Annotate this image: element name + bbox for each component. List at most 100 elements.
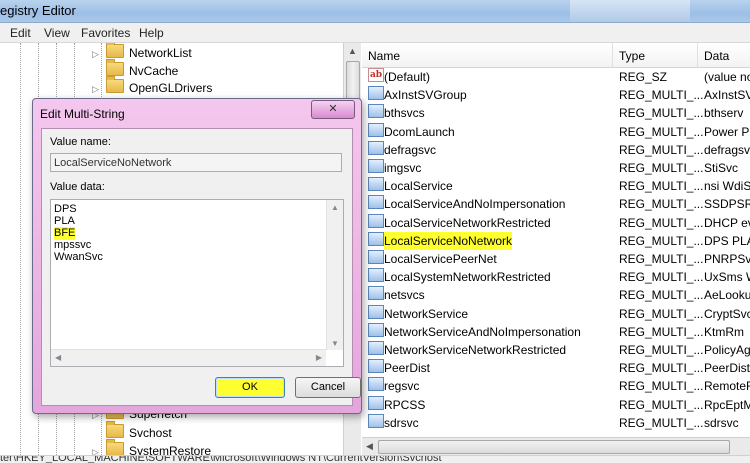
value-name: NetworkServiceAndNoImpersonation	[384, 324, 581, 339]
value-type: REG_MULTI_...	[619, 361, 704, 376]
value-row[interactable]: defragsvcREG_MULTI_...defragsvc	[362, 140, 750, 159]
tree-item-opengldrivers[interactable]: ▷ OpenGLDrivers	[92, 76, 212, 98]
expand-arrow-icon[interactable]: ▷	[92, 80, 100, 98]
value-row[interactable]: LocalServiceAndNoImpersonation REG_MULTI_…	[362, 195, 750, 213]
value-data: sdrsvc	[704, 415, 739, 430]
binary-value-icon	[368, 377, 384, 392]
value-row[interactable]: sdrsvc REG_MULTI_... sdrsvc	[362, 413, 750, 432]
tree-item-svchost[interactable]: Svchost	[106, 421, 172, 442]
expand-arrow-icon[interactable]: ▷	[92, 45, 100, 63]
scroll-up-arrow-icon[interactable]: ▲	[331, 203, 339, 212]
binary-value-icon	[368, 195, 384, 210]
binary-value-icon	[368, 250, 384, 264]
value-type: REG_MULTI_...	[619, 343, 704, 357]
value-type: REG_MULTI_...	[619, 233, 704, 248]
column-divider[interactable]	[612, 43, 613, 67]
value-type: REG_MULTI_...	[619, 379, 704, 394]
value-data: DHCP eve	[704, 215, 750, 230]
column-header-data[interactable]: Data	[704, 49, 729, 63]
cancel-button[interactable]: Cancel	[295, 377, 361, 398]
value-row[interactable]: LocalServiceNoNetwork REG_MULTI_... DPS PL…	[362, 231, 750, 250]
tree-item-label: Svchost	[129, 426, 172, 440]
menu-view[interactable]: View	[44, 26, 70, 40]
value-row[interactable]: netsvcs REG_MULTI_... AeLooku	[362, 286, 750, 304]
column-header-name[interactable]: Name	[368, 49, 400, 63]
tree-item-label: NvCache	[129, 64, 179, 78]
value-type: REG_MULTI_...	[619, 288, 704, 303]
menu-favorites[interactable]: Favorites	[81, 26, 130, 40]
binary-value-icon	[368, 322, 384, 337]
binary-value-icon	[368, 341, 384, 355]
value-name: bthsvcs	[384, 106, 425, 121]
tree-item-nvcache[interactable]: NvCache	[106, 59, 179, 80]
value-data: DPS PLA	[704, 233, 750, 248]
value-row[interactable]: regsvc REG_MULTI_... RemoteR	[362, 377, 750, 395]
ok-button[interactable]: OK	[215, 377, 285, 398]
value-row[interactable]: LocalService REG_MULTI_...nsi WdiSe	[362, 177, 750, 195]
value-row[interactable]: LocalSystemNetworkRestricted REG_MULTI_..…	[362, 268, 750, 286]
scroll-right-arrow-icon[interactable]: ▶	[316, 353, 322, 362]
tree-guide-line	[20, 43, 21, 455]
dialog-body: Value name: LocalServiceNoNetwork Value …	[41, 128, 361, 406]
value-row[interactable]: PeerDist REG_MULTI_...PeerDistS	[362, 359, 750, 377]
binary-value-icon	[368, 86, 384, 101]
list-header: Name Type Data	[362, 43, 750, 68]
value-row[interactable]: bthsvcs REG_MULTI_... bthserv	[362, 104, 750, 122]
value-data-textarea[interactable]: DPS PLA BFE mpssvc WwanSvc ▲ ▼ ◀ ▶	[50, 199, 344, 367]
scroll-left-arrow-icon[interactable]: ◀	[366, 441, 373, 452]
value-data: RemoteR	[704, 379, 750, 394]
binary-value-icon	[368, 359, 384, 374]
list-horizontal-scrollbar[interactable]: ◀	[362, 437, 750, 455]
value-data: StiSvc	[704, 161, 739, 175]
expand-arrow-icon[interactable]: ▷	[92, 443, 100, 455]
menu-help[interactable]: Help	[139, 26, 164, 40]
value-data: PNRPSvc	[704, 252, 750, 266]
value-data: UxSms W	[704, 270, 750, 285]
value-name: LocalServiceAndNoImpersonation	[384, 197, 566, 212]
value-row[interactable]: imgsvc REG_MULTI_... StiSvc	[362, 159, 750, 177]
binary-value-icon	[368, 159, 384, 173]
dialog-close-button[interactable]: ✕	[311, 100, 355, 119]
textarea-vertical-scrollbar[interactable]: ▲ ▼	[326, 200, 343, 350]
binary-value-icon	[368, 177, 384, 192]
value-data: KtmRm	[704, 324, 744, 339]
value-data-line: WwanSvc	[54, 251, 103, 263]
registry-values-list[interactable]: Name Type Data ab (Default) REG_SZ (value n…	[362, 43, 750, 455]
value-type: REG_MULTI_...	[619, 215, 704, 230]
close-icon: ✕	[328, 103, 338, 115]
scrollbar-thumb[interactable]	[378, 440, 730, 454]
value-type: REG_MULTI_...	[619, 179, 704, 194]
value-row[interactable]: LocalServicePeerNet REG_MULTI_...PNRPSvc	[362, 250, 750, 268]
column-divider[interactable]	[697, 43, 698, 67]
value-name: LocalServiceNetworkRestricted	[384, 215, 551, 230]
value-type: REG_MULTI_...	[619, 252, 704, 266]
textarea-horizontal-scrollbar[interactable]: ◀ ▶	[51, 349, 326, 366]
value-data: RpcEptM	[704, 397, 750, 412]
column-header-type[interactable]: Type	[619, 49, 645, 63]
value-row[interactable]: LocalServiceNetworkRestricted REG_MULTI_.…	[362, 213, 750, 232]
value-data: defragsvc	[704, 142, 750, 157]
binary-value-icon	[368, 395, 384, 410]
value-row[interactable]: NetworkServiceAndNoImpersonation REG_MULT…	[362, 322, 750, 341]
value-name: LocalSystemNetworkRestricted	[384, 270, 551, 285]
binary-value-icon	[368, 304, 384, 319]
value-data: CryptSvc	[704, 306, 750, 321]
tree-item-systemrestore[interactable]: ▷ SystemRestore	[92, 439, 211, 455]
folder-icon	[106, 43, 124, 58]
value-type: REG_MULTI_...	[619, 270, 704, 285]
value-type: REG_MULTI_...	[619, 197, 704, 212]
value-row[interactable]: DcomLaunch REG_MULTI_... Power Pl	[362, 122, 750, 141]
scroll-left-arrow-icon[interactable]: ◀	[55, 353, 61, 362]
value-row[interactable]: NetworkService REG_MULTI_... CryptSvc	[362, 304, 750, 323]
value-data: PeerDistS	[704, 361, 750, 376]
value-row[interactable]: RPCSS REG_MULTI_... RpcEptM	[362, 395, 750, 414]
binary-value-icon	[368, 140, 384, 155]
value-row[interactable]: NetworkServiceNetworkRestricted REG_MULTI…	[362, 341, 750, 359]
value-row[interactable]: AxInstSVGroup REG_MULTI_... AxInstSV	[362, 86, 750, 104]
scroll-down-arrow-icon[interactable]: ▼	[331, 339, 339, 348]
scroll-up-arrow-icon[interactable]: ▲	[348, 46, 357, 56]
title-bar: egistry Editor	[0, 0, 750, 23]
value-row[interactable]: ab (Default) REG_SZ (value no	[362, 68, 750, 86]
menu-edit[interactable]: Edit	[10, 26, 31, 40]
value-name: regsvc	[384, 379, 420, 394]
